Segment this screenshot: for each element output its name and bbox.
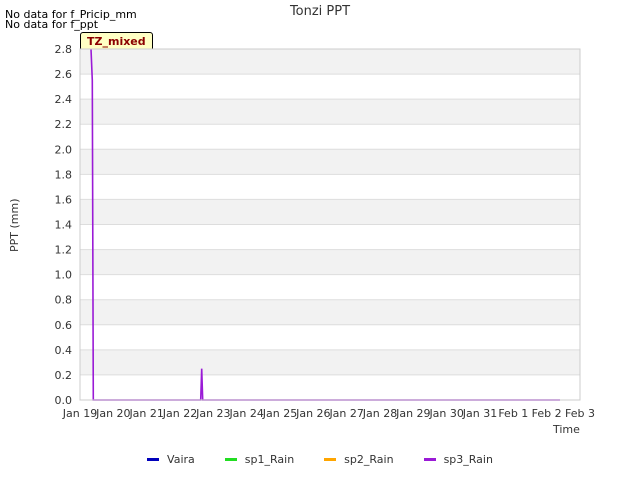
legend-swatch xyxy=(423,458,436,461)
y-tick-label: 1.6 xyxy=(55,193,73,206)
grid-band xyxy=(80,249,580,275)
y-tick-label: 0.0 xyxy=(55,394,73,407)
legend-swatch xyxy=(224,458,237,461)
legend-label: sp2_Rain xyxy=(344,453,394,466)
x-tick-label: Feb 3 xyxy=(565,407,595,420)
grid-band xyxy=(80,224,580,250)
grid-band xyxy=(80,124,580,150)
grid-band xyxy=(80,374,580,400)
y-tick-label: 0.2 xyxy=(55,369,73,382)
grid-band xyxy=(80,324,580,350)
x-tick-label: Jan 27 xyxy=(328,407,363,420)
legend-item-sp3_rain[interactable]: sp3_Rain xyxy=(423,453,493,466)
y-tick-label: 2.4 xyxy=(55,93,73,106)
y-tick-label: 1.4 xyxy=(55,219,73,232)
x-tick-label: Feb 1 xyxy=(498,407,528,420)
grid-band xyxy=(80,299,580,325)
legend: Vaira sp1_Rain sp2_Rain sp3_Rain xyxy=(0,453,640,466)
legend-swatch xyxy=(324,458,337,461)
grid-band xyxy=(80,99,580,125)
x-tick-label: Jan 23 xyxy=(195,407,230,420)
grid-band xyxy=(80,149,580,175)
y-tick-label: 2.6 xyxy=(55,68,73,81)
legend-label: sp3_Rain xyxy=(443,453,493,466)
y-tick-label: 1.8 xyxy=(55,168,73,181)
x-tick-label: Jan 26 xyxy=(295,407,330,420)
x-tick-label: Jan 24 xyxy=(228,407,263,420)
y-tick-label: 2.2 xyxy=(55,118,73,131)
grid-band xyxy=(80,174,580,200)
x-tick-label: Jan 22 xyxy=(162,407,197,420)
y-tick-label: 2.8 xyxy=(55,43,73,56)
legend-item-sp1_rain[interactable]: sp1_Rain xyxy=(224,453,295,466)
chart-plot: 0.0 0.2 0.4 0.6 0.8 1.0 1.2 1.4 1.6 1.8 2.0 2.2 2.4 2… xyxy=(55,43,595,420)
x-tick-label: Jan 19 xyxy=(62,407,97,420)
y-tick-label: 0.6 xyxy=(55,319,73,332)
y-tick-label: 1.0 xyxy=(55,269,73,282)
x-tick-label: Jan 29 xyxy=(395,407,430,420)
legend-label: Vaira xyxy=(167,453,195,466)
x-tick-label: Jan 20 xyxy=(95,407,130,420)
x-tick-label: Feb 2 xyxy=(532,407,562,420)
x-tick-label: Jan 25 xyxy=(262,407,297,420)
x-tick-label: Jan 21 xyxy=(128,407,163,420)
y-tick-label: 0.8 xyxy=(55,294,73,307)
grid-band xyxy=(80,49,580,75)
grid-band xyxy=(80,349,580,375)
grid-band xyxy=(80,274,580,300)
legend-item-sp2_rain[interactable]: sp2_Rain xyxy=(324,453,394,466)
legend-swatch xyxy=(147,458,160,461)
y-tick-label: 2.0 xyxy=(55,143,73,156)
x-tick-label: Jan 28 xyxy=(362,407,397,420)
x-tick-label: Jan 30 xyxy=(428,407,463,420)
x-tick-label: Jan 31 xyxy=(462,407,497,420)
legend-label: sp1_Rain xyxy=(244,453,295,466)
y-tick-label: 1.2 xyxy=(55,244,73,257)
grid-band xyxy=(80,74,580,100)
y-tick-label: 0.4 xyxy=(55,344,73,357)
grid-band xyxy=(80,199,580,225)
legend-item-vaira[interactable]: Vaira xyxy=(147,453,195,466)
